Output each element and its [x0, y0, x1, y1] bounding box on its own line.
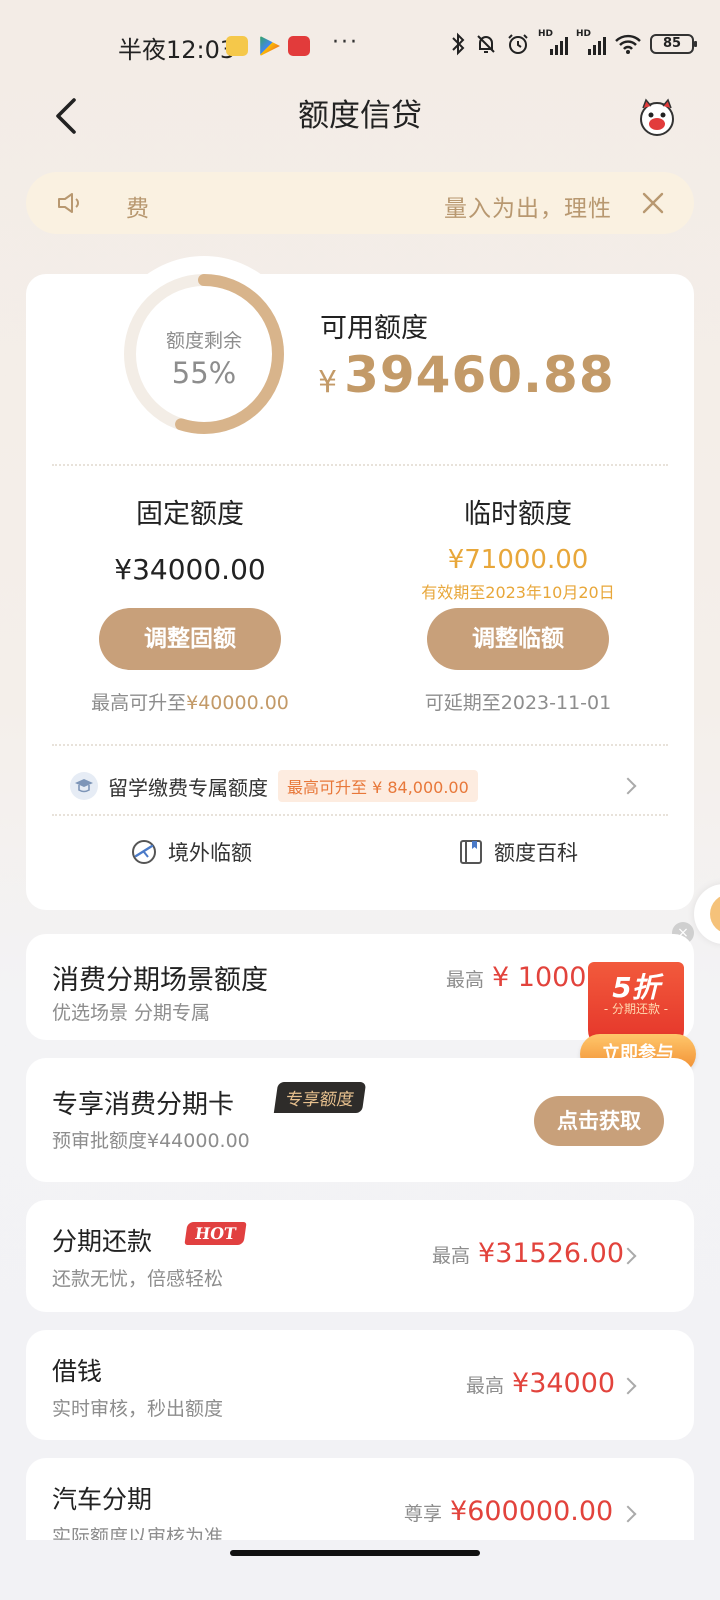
available-amount: ¥39460.88	[318, 346, 615, 404]
wifi-icon	[615, 34, 641, 54]
temp-quota-validity: 有效期至2023年10月20日	[421, 583, 615, 602]
quota-encyclopedia-link[interactable]: 额度百科	[458, 836, 578, 868]
installment-amount: ¥31526.00	[478, 1238, 625, 1269]
study-abroad-label: 留学缴费专属额度	[108, 776, 268, 800]
exclusive-badge: 专享额度	[273, 1082, 367, 1113]
borrow-subtitle: 实时审核，秒出额度	[52, 1398, 224, 1420]
fixed-quota-hint: 最高可升至¥40000.00	[91, 692, 289, 714]
borrow-card[interactable]: 借钱 实时审核，秒出额度 最高 ¥34000	[26, 1330, 694, 1440]
installment-amount-group: 最高 ¥31526.00	[432, 1238, 624, 1269]
currency-symbol: ¥	[318, 365, 339, 400]
scene-quota-subtitle: 优选场景 分期专属	[52, 1002, 211, 1024]
car-loan-title: 汽车分期	[52, 1485, 153, 1514]
airplane-globe-icon	[132, 840, 156, 864]
status-bar: 半夜12:03 ··· HD HD 85	[0, 0, 720, 96]
borrow-amount-group: 最高 ¥34000	[466, 1368, 615, 1399]
exclusive-card-subtitle: 预审批额度¥44000.00	[52, 1130, 250, 1152]
borrow-title: 借钱	[52, 1357, 103, 1386]
notice-banner[interactable]: 费 量入为出，理性	[26, 172, 694, 234]
battery-icon: 85	[650, 34, 697, 54]
fixed-quota-section: 固定额度 ¥34000.00	[40, 492, 340, 586]
get-button[interactable]: 点击获取	[534, 1096, 664, 1146]
book-icon	[460, 840, 482, 864]
temp-quota-section: 临时额度 ¥71000.00 有效期至2023年10月20日	[368, 492, 668, 603]
scene-quota-amount-group: 最高 ¥ 10000	[446, 962, 604, 993]
notice-text-left: 费	[126, 196, 149, 222]
news-app-notification-icon	[288, 36, 310, 56]
available-amount-value: 39460.88	[344, 346, 615, 404]
exclusive-card-title: 专享消费分期卡	[52, 1090, 235, 1120]
notice-text-right: 量入为出，理性	[444, 196, 612, 222]
app-notification-icon	[226, 36, 248, 56]
signal-icon-1: HD	[538, 29, 568, 55]
home-indicator[interactable]	[230, 1550, 480, 1556]
installment-title: 分期还款	[52, 1227, 153, 1256]
available-label: 可用额度	[320, 313, 428, 344]
signal-icon-2: HD	[576, 29, 606, 55]
overseas-quota-link[interactable]: 境外临额	[130, 836, 252, 868]
side-float-widget[interactable]	[694, 884, 720, 944]
car-loan-subtitle: 实际额度以审核为准	[52, 1526, 224, 1540]
bluetooth-icon	[452, 32, 465, 56]
adjust-temp-button[interactable]: 调整临额	[427, 608, 609, 670]
ring-percent: 55%	[171, 356, 237, 390]
temp-quota-title: 临时额度	[464, 499, 572, 530]
car-loan-amount-group: 尊享 ¥600000.00	[404, 1496, 613, 1527]
study-abroad-badge: 最高可升至 ¥ 84,000.00	[278, 770, 478, 802]
chevron-right-icon	[619, 1377, 637, 1395]
quota-encyclopedia-label: 额度百科	[494, 841, 578, 865]
chevron-right-icon	[619, 1505, 637, 1523]
mascot-icon[interactable]	[636, 96, 678, 138]
play-store-notification-icon	[260, 36, 280, 56]
overseas-quota-label: 境外临额	[168, 841, 252, 865]
temp-quota-hint: 可延期至2023-11-01	[424, 692, 612, 714]
close-icon[interactable]	[638, 188, 668, 218]
exclusive-card[interactable]: 专享消费分期卡 专享额度 预审批额度¥44000.00 点击获取	[26, 1058, 694, 1182]
promo-subtitle: - 分期还款 -	[603, 1002, 669, 1016]
quota-ring: 额度剩余 55%	[106, 256, 302, 452]
gift-icon	[710, 894, 720, 934]
page-title: 额度信贷	[298, 98, 422, 134]
scene-quota-title: 消费分期场景额度	[52, 965, 268, 996]
status-time: 半夜12:03	[118, 36, 236, 64]
graduation-cap-icon	[70, 772, 98, 800]
divider	[52, 464, 668, 466]
fixed-quota-amount: ¥34000.00	[114, 553, 266, 586]
car-loan-card[interactable]: 汽车分期 实际额度以审核为准 尊享 ¥600000.00	[26, 1458, 694, 1540]
car-loan-amount: ¥600000.00	[450, 1496, 614, 1527]
more-notifications-icon: ···	[332, 30, 359, 55]
car-loan-prefix: 尊享	[404, 1503, 443, 1525]
study-abroad-row[interactable]: 留学缴费专属额度 最高可升至 ¥ 84,000.00	[26, 764, 694, 820]
installment-subtitle: 还款无忧，倍感轻松	[52, 1268, 224, 1290]
temp-quota-amount: ¥71000.00	[447, 545, 589, 575]
hot-badge: HOT	[184, 1222, 247, 1245]
chevron-right-icon	[619, 777, 637, 795]
adjust-fixed-button[interactable]: 调整固额	[99, 608, 281, 670]
divider	[52, 744, 668, 746]
borrow-prefix: 最高	[466, 1375, 505, 1397]
borrow-amount: ¥34000	[512, 1368, 616, 1399]
divider	[52, 814, 668, 816]
ring-label: 额度剩余	[165, 330, 242, 352]
quota-card: 额度剩余 55% 可用额度 ¥39460.88 固定额度 ¥34000.00 临…	[26, 256, 694, 910]
alarm-icon	[508, 34, 528, 54]
fixed-quota-title: 固定额度	[136, 499, 244, 530]
speaker-icon	[58, 193, 79, 213]
installment-card[interactable]: 分期还款 HOT 还款无忧，倍感轻松 最高 ¥31526.00	[26, 1200, 694, 1312]
scene-quota-prefix: 最高	[446, 969, 485, 991]
quota-ring-chart	[124, 274, 284, 434]
installment-prefix: 最高	[432, 1245, 471, 1267]
mute-bell-icon	[477, 35, 495, 53]
